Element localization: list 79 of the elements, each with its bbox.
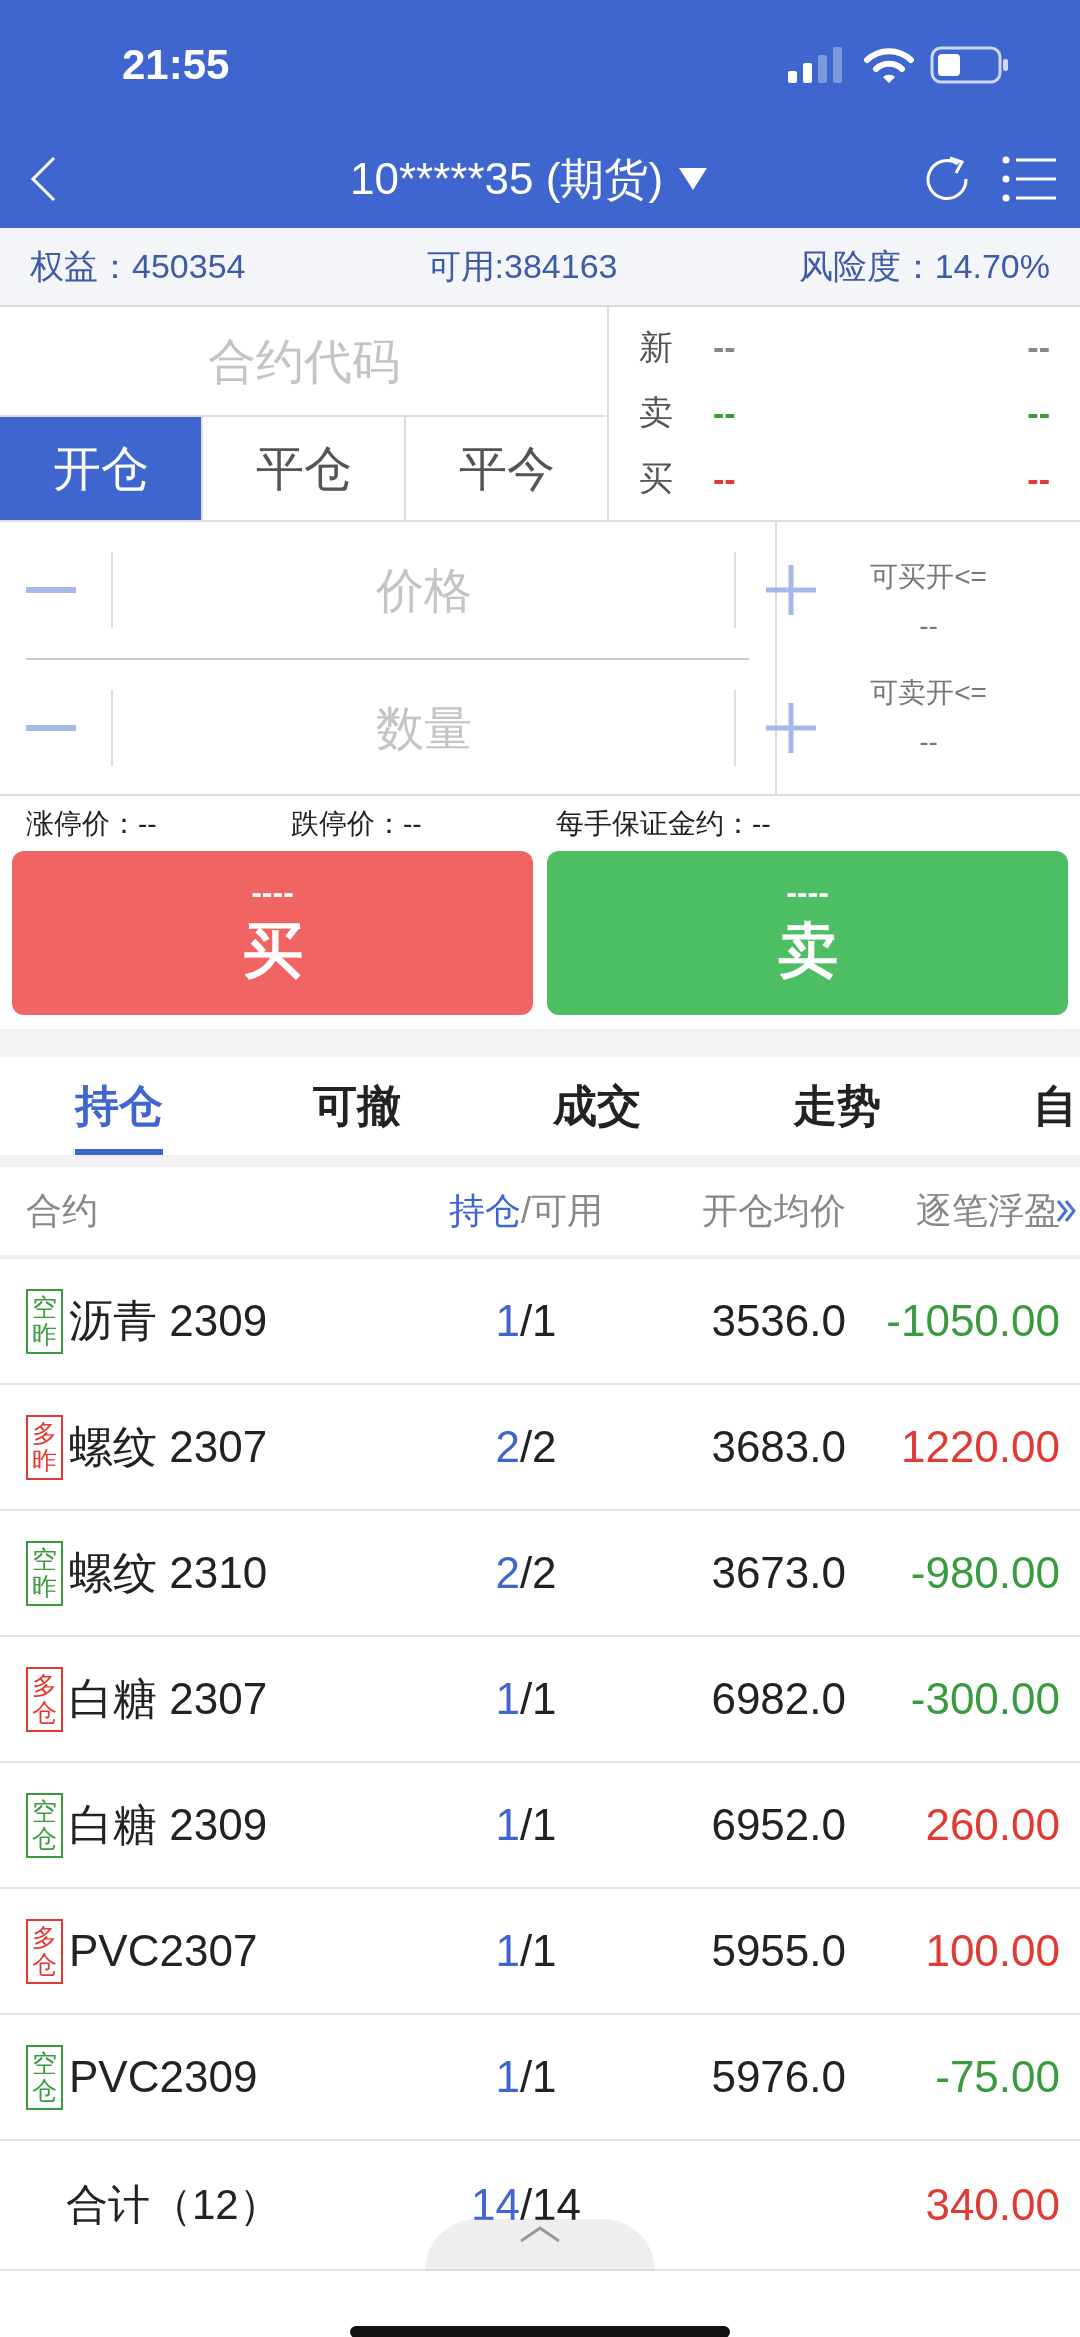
position-tag: 空昨 [26, 1540, 63, 1606]
position-quantity: 1/1 [495, 1674, 557, 1724]
account-title[interactable]: 10*****35 (期货) [350, 149, 664, 209]
limit-text: 每手保证金约：-- [556, 806, 771, 841]
position-tag: 多仓 [26, 1666, 63, 1732]
quote-value: -- [1027, 459, 1050, 499]
contract-name[interactable]: 螺纹 2307 [69, 1417, 268, 1477]
position-quantity: 1/1 [495, 1800, 557, 1850]
wifi-icon [864, 47, 914, 83]
limit-text: 涨停价：-- [26, 806, 158, 841]
contract-name[interactable]: 沥青 2309 [69, 1291, 268, 1351]
column-header[interactable]: 逐笔浮盈 [846, 1186, 1060, 1236]
position-tag: 空仓 [26, 1792, 63, 1858]
floating-pnl: 1220.00 [899, 1422, 1060, 1472]
floating-pnl: -1050.00 [885, 1296, 1060, 1346]
order-type-tab[interactable]: 平今 [404, 417, 607, 520]
quote-value: -- [713, 394, 736, 433]
quote-label: 卖 [639, 392, 673, 434]
average-price: 3673.0 [710, 1548, 846, 1598]
floating-pnl: 260.00 [924, 1800, 1060, 1850]
floating-pnl: -300.00 [909, 1674, 1060, 1724]
total-pnl: 340.00 [924, 2180, 1060, 2230]
battery-icon [930, 46, 1010, 84]
average-price: 3683.0 [710, 1422, 846, 1472]
position-tag: 多昨 [26, 1414, 63, 1480]
total-quantity: 14/14 [470, 2180, 582, 2230]
quote-label: 买 [639, 458, 673, 500]
list-tab[interactable]: 可撤 [313, 1057, 553, 1155]
floating-pnl: -75.00 [934, 2052, 1060, 2102]
limit-text: 跌停价：-- [291, 806, 423, 841]
average-price: 6982.0 [710, 1674, 846, 1724]
position-quantity: 2/2 [495, 1422, 557, 1472]
contract-name[interactable]: 白糖 2307 [69, 1669, 268, 1729]
capacity-value: -- [919, 610, 938, 642]
average-price: 5955.0 [710, 1926, 846, 1976]
position-tag: 多仓 [26, 1918, 63, 1984]
quote-value: -- [1027, 394, 1050, 433]
dropdown-icon[interactable] [679, 168, 708, 190]
chevron-up-icon [519, 2225, 561, 2243]
quote-value: -- [713, 328, 736, 368]
capacity-label: 可买开<= [870, 560, 987, 594]
account-stat: 可用:384163 [426, 245, 618, 287]
contract-name[interactable]: PVC2309 [69, 2052, 258, 2102]
quote-value: -- [713, 459, 736, 499]
average-price: 5976.0 [710, 2052, 846, 2102]
column-header[interactable]: 持仓/可用 [386, 1186, 626, 1236]
order-type-tab[interactable]: 开仓 [0, 417, 201, 520]
list-tab[interactable]: 持仓 [75, 1057, 163, 1155]
list-tab[interactable]: 走势 [793, 1057, 1033, 1155]
input-field[interactable]: 数量 [111, 690, 736, 766]
position-quantity: 1/1 [495, 1926, 557, 1976]
average-price: 3536.0 [710, 1296, 846, 1346]
status-time: 21:55 [122, 41, 230, 89]
column-header[interactable]: 合约 [26, 1186, 386, 1236]
list-tab[interactable]: 自 [1033, 1057, 1077, 1155]
average-price: 6952.0 [710, 1800, 846, 1850]
input-field[interactable]: 价格 [111, 552, 736, 628]
order-type-tab[interactable]: 平仓 [201, 417, 404, 520]
floating-pnl: -980.00 [909, 1548, 1060, 1598]
column-header[interactable]: 开仓均价 [626, 1186, 846, 1236]
position-quantity: 1/1 [495, 2052, 557, 2102]
account-stat: 风险度：14.70% [798, 245, 1050, 287]
list-tab[interactable]: 成交 [553, 1057, 793, 1155]
capacity-value: -- [919, 726, 938, 758]
contract-name[interactable]: PVC2307 [69, 1926, 258, 1976]
quote-value: -- [1027, 328, 1050, 368]
contract-name[interactable]: 白糖 2309 [69, 1795, 268, 1855]
account-stat: 权益：450354 [30, 245, 246, 287]
total-label: 合计（12） [65, 2180, 281, 2230]
floating-pnl: 100.00 [924, 1926, 1060, 1976]
position-quantity: 1/1 [495, 1296, 557, 1346]
position-quantity: 2/2 [495, 1548, 557, 1598]
contract-name[interactable]: 螺纹 2310 [69, 1543, 268, 1603]
position-tag: 空仓 [26, 2044, 63, 2110]
capacity-label: 可卖开<= [870, 676, 987, 710]
back-icon[interactable] [30, 156, 56, 202]
menu-icon[interactable] [1002, 156, 1056, 202]
quote-label: 新 [639, 326, 673, 368]
position-tag: 空昨 [26, 1288, 63, 1354]
